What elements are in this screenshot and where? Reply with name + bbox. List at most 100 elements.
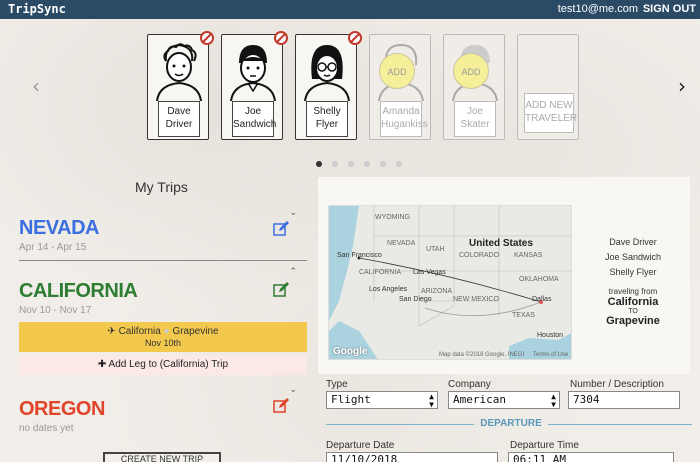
company-select[interactable]: American ▲ ▼: [448, 391, 560, 409]
carousel-dot[interactable]: [380, 161, 386, 167]
arrow-icon: ●: [163, 326, 170, 337]
traveler-name: Shelly Flyer: [306, 101, 348, 137]
map-label: United States: [469, 238, 533, 249]
carousel-prev-arrow[interactable]: ‹: [32, 74, 40, 98]
traveler-name: Dave Driver: [158, 101, 200, 137]
leg-date: Nov 10th: [144, 338, 182, 348]
google-logo: Google: [333, 346, 368, 357]
trip-oregon[interactable]: OREGON no dates yet ⌄: [19, 384, 307, 438]
carousel-dot[interactable]: [364, 161, 370, 167]
map-label: WYOMING: [375, 214, 410, 221]
remove-traveler-icon[interactable]: [348, 31, 362, 45]
leg-to: Grapevine: [172, 326, 219, 337]
departure-date-label: Departure Date: [326, 440, 395, 451]
map-label: NEW MEXICO: [453, 296, 499, 303]
trip-dates: Nov 10 - Nov 17: [19, 305, 92, 316]
carousel-dot[interactable]: [316, 161, 322, 167]
trip-dates: no dates yet: [19, 423, 74, 434]
edit-icon[interactable]: [273, 398, 289, 414]
add-traveler-button[interactable]: ADD: [453, 53, 489, 89]
traveler-card-dave-driver[interactable]: Dave Driver: [147, 31, 214, 140]
app-logo[interactable]: TripSync: [8, 2, 66, 16]
edit-icon[interactable]: [273, 221, 289, 237]
my-trips-heading: My Trips: [135, 179, 188, 195]
map-label: KANSAS: [514, 252, 543, 259]
route-map[interactable]: WYOMING NEVADA UTAH United States COLORA…: [328, 205, 572, 360]
trip-california[interactable]: CALIFORNIA Nov 10 - Nov 17 ⌃: [19, 266, 307, 320]
select-arrows-icon: ▲ ▼: [429, 392, 434, 409]
traveler-name: Joe Sandwich: [232, 101, 276, 137]
traveler-card-amanda-hugankiss[interactable]: ADD Amanda Hugankiss: [369, 34, 431, 140]
map-label: Dallas: [532, 296, 552, 303]
trip-nevada[interactable]: NEVADA Apr 14 - Apr 15 ⌄: [19, 207, 307, 257]
map-label: ARIZONA: [421, 288, 453, 295]
traveler-avatar-icon: [230, 45, 276, 101]
chevron-up-icon[interactable]: ⌃: [289, 266, 297, 277]
map-label: TEXAS: [512, 312, 535, 319]
number-input[interactable]: 7304: [568, 391, 680, 409]
carousel-dot[interactable]: [348, 161, 354, 167]
map-label: Houston: [537, 332, 564, 339]
carousel-dot[interactable]: [332, 161, 338, 167]
map-label: CALIFORNIA: [359, 269, 402, 276]
route-summary: traveling from California TO Grapevine: [598, 287, 668, 327]
traveler-card-joe-sandwich[interactable]: Joe Sandwich: [221, 31, 288, 140]
trip-title[interactable]: CALIFORNIA: [19, 280, 307, 303]
create-new-trip-button[interactable]: CREATE NEW TRIP: [103, 452, 221, 462]
trip-title[interactable]: OREGON: [19, 398, 307, 421]
add-new-traveler-label: ADD NEW TRAVELER: [524, 93, 577, 133]
map-label: UTAH: [426, 246, 445, 253]
add-traveler-button[interactable]: ADD: [379, 53, 415, 89]
map-label: OKLAHOMA: [519, 276, 559, 283]
chevron-down-icon[interactable]: ⌄: [289, 384, 297, 395]
carousel-pagination: [316, 154, 412, 172]
remove-traveler-icon[interactable]: [274, 31, 288, 45]
divider: [19, 260, 307, 261]
map-label: San Francisco: [337, 252, 382, 259]
terms-link[interactable]: Terms of Use: [533, 352, 568, 358]
trip-dates: Apr 14 - Apr 15: [19, 242, 87, 253]
plus-icon: ✚: [97, 359, 107, 370]
traveler-name: Joe Skater: [454, 101, 496, 137]
trip-leg[interactable]: ✈ California ● Grapevine Nov 10th: [19, 322, 307, 352]
map-label: Los Angeles: [369, 286, 408, 293]
departure-time-label: Departure Time: [510, 440, 579, 451]
type-label: Type: [326, 379, 348, 390]
departure-time-input[interactable]: 06:11 AM: [508, 452, 674, 462]
chevron-down-icon[interactable]: ⌄: [289, 207, 297, 218]
top-bar: TripSync test10@me.com SIGN OUT: [0, 0, 700, 19]
traveling-from-label: traveling from: [608, 287, 658, 296]
map-label: Las Vegas: [413, 269, 446, 276]
traveler-avatar-icon: [156, 43, 202, 101]
edit-icon[interactable]: [273, 282, 289, 298]
account-email[interactable]: test10@me.com: [558, 3, 638, 15]
traveler-card-shelly-flyer[interactable]: Shelly Flyer: [295, 31, 362, 140]
plane-icon: ✈: [107, 326, 116, 337]
traveler-avatar-icon: [304, 45, 350, 101]
add-new-traveler-card[interactable]: ADD NEW TRAVELER: [517, 34, 579, 140]
traveler-list-item: Joe Sandwich: [604, 252, 662, 262]
type-select[interactable]: Flight ▲ ▼: [326, 391, 438, 409]
carousel-next-arrow[interactable]: ›: [678, 74, 686, 98]
type-select-value: Flight: [331, 393, 371, 406]
map-label: COLORADO: [459, 252, 500, 259]
leg-from: California: [118, 326, 161, 337]
departure-date-input[interactable]: 11/10/2018: [326, 452, 498, 462]
add-leg-button[interactable]: ✚ Add Leg to (California) Trip: [19, 355, 307, 375]
trip-map-panel: WYOMING NEVADA UTAH United States COLORA…: [318, 177, 690, 374]
traveler-list-item: Dave Driver: [609, 237, 657, 247]
traveler-name: Amanda Hugankiss: [380, 101, 428, 137]
map-label: San Diego: [399, 296, 432, 303]
remove-traveler-icon[interactable]: [200, 31, 214, 45]
number-label: Number / Description: [570, 379, 664, 390]
traveler-card-joe-skater[interactable]: ADD Joe Skater: [443, 34, 505, 140]
map-attribution: Map data ©2018 Google, INEGI: [439, 352, 525, 358]
trip-travelers-list: Dave Driver Joe Sandwich Shelly Flyer: [598, 235, 668, 280]
select-arrows-icon: ▲ ▼: [551, 392, 556, 409]
sign-out-link[interactable]: SIGN OUT: [643, 3, 696, 15]
map-label: NEVADA: [387, 240, 416, 247]
to-label: TO: [628, 308, 638, 315]
carousel-dot[interactable]: [396, 161, 402, 167]
trip-title[interactable]: NEVADA: [19, 217, 307, 240]
company-label: Company: [448, 379, 491, 390]
